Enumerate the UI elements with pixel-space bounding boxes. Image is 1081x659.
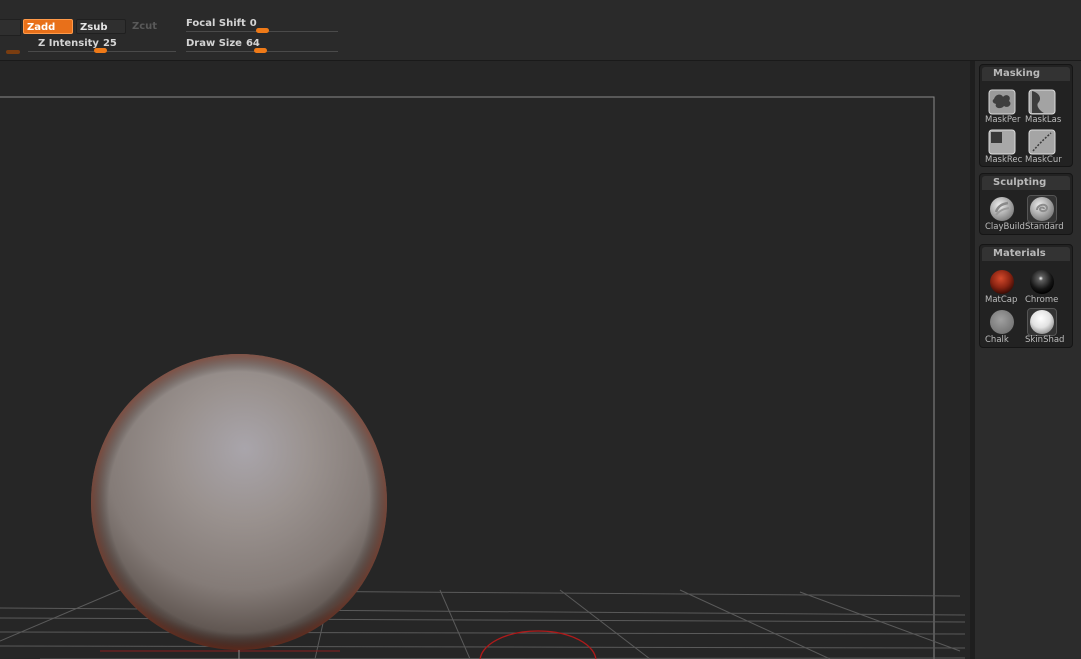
focal-shift-label-text: Focal Shift [186, 18, 246, 29]
chrome-material-label: Chrome [1025, 295, 1059, 305]
mask-rect-item[interactable]: MaskRec [983, 127, 1022, 165]
mask-lasso-icon [1028, 89, 1056, 115]
focal-shift-handle[interactable] [256, 28, 269, 33]
skinshade-material-icon [1027, 308, 1057, 336]
masking-palette: Masking MaskPer MaskLas MaskRec MaskCur [979, 64, 1073, 167]
mask-rect-icon [988, 129, 1016, 155]
sphere-rim-shading [91, 354, 387, 650]
sculpting-palette: Sculpting ClayBuild Standard [979, 173, 1073, 235]
mask-lasso-item[interactable]: MaskLas [1023, 87, 1061, 125]
masking-title[interactable]: Masking [982, 67, 1070, 81]
standard-brush-item[interactable]: Standard [1023, 194, 1064, 232]
mask-rect-label: MaskRec [985, 155, 1023, 165]
mask-curve-icon [1028, 129, 1056, 155]
claybuildup-brush-label: ClayBuild [985, 222, 1025, 232]
z-intensity-label-text: Z Intensity [38, 38, 99, 49]
standard-brush-icon [1027, 195, 1057, 223]
materials-title[interactable]: Materials [982, 247, 1070, 261]
mask-pen-icon [988, 89, 1016, 115]
mask-curve-item[interactable]: MaskCur [1023, 127, 1062, 165]
draw-size-handle[interactable] [254, 48, 267, 53]
draw-size-slider[interactable]: Draw Size 64 [186, 38, 338, 56]
brush-cursor [479, 630, 597, 659]
mask-pen-label: MaskPer [985, 115, 1021, 125]
zcut-button[interactable]: Zcut [129, 19, 175, 34]
chrome-material-icon [1030, 270, 1054, 294]
chalk-material-label: Chalk [985, 335, 1009, 345]
zbrush-app: Zadd Zsub Zcut Z Intensity 25 Focal Shift… [0, 0, 1081, 659]
materials-palette: Materials MatCap Chrome Chalk SkinShad [979, 244, 1073, 348]
zadd-button[interactable]: Zadd [23, 19, 73, 34]
matcap-red-icon [990, 270, 1014, 294]
top-toolbar: Zadd Zsub Zcut Z Intensity 25 Focal Shift… [0, 0, 1081, 61]
skinshade-material-item[interactable]: SkinShade [1023, 307, 1065, 345]
claybuildup-brush-item[interactable]: ClayBuild [983, 194, 1025, 232]
draw-size-label-text: Draw Size [186, 38, 242, 49]
toolbar-left-button[interactable] [0, 19, 21, 36]
z-intensity-handle[interactable] [94, 48, 107, 53]
right-tray: Masking MaskPer MaskLas MaskRec MaskCur … [975, 61, 1081, 659]
matcap-material-label: MatCap [985, 295, 1018, 305]
claybuildup-brush-icon [990, 197, 1014, 221]
viewport-scene[interactable] [0, 61, 970, 659]
skinshade-material-label: SkinShade [1025, 335, 1065, 345]
chrome-material-item[interactable]: Chrome [1023, 267, 1061, 305]
rgb-intensity-slider-handle[interactable] [6, 50, 20, 54]
zsub-button[interactable]: Zsub [76, 19, 126, 34]
mask-curve-label: MaskCur [1025, 155, 1062, 165]
standard-brush-label: Standard [1025, 222, 1064, 232]
sculpting-title[interactable]: Sculpting [982, 176, 1070, 190]
focal-shift-value: 0 [249, 18, 257, 29]
chalk-material-item[interactable]: Chalk [983, 307, 1021, 345]
matcap-material-item[interactable]: MatCap [983, 267, 1021, 305]
mask-lasso-label: MaskLas [1025, 115, 1062, 125]
z-intensity-slider[interactable]: Z Intensity 25 [28, 38, 176, 56]
focal-shift-label: Focal Shift 0 [186, 18, 257, 29]
focal-shift-slider[interactable]: Focal Shift 0 [186, 18, 338, 36]
draw-size-label: Draw Size 64 [186, 38, 260, 49]
mask-pen-item[interactable]: MaskPer [983, 87, 1021, 125]
chalk-material-icon [990, 310, 1014, 334]
document-canvas[interactable] [0, 61, 970, 659]
